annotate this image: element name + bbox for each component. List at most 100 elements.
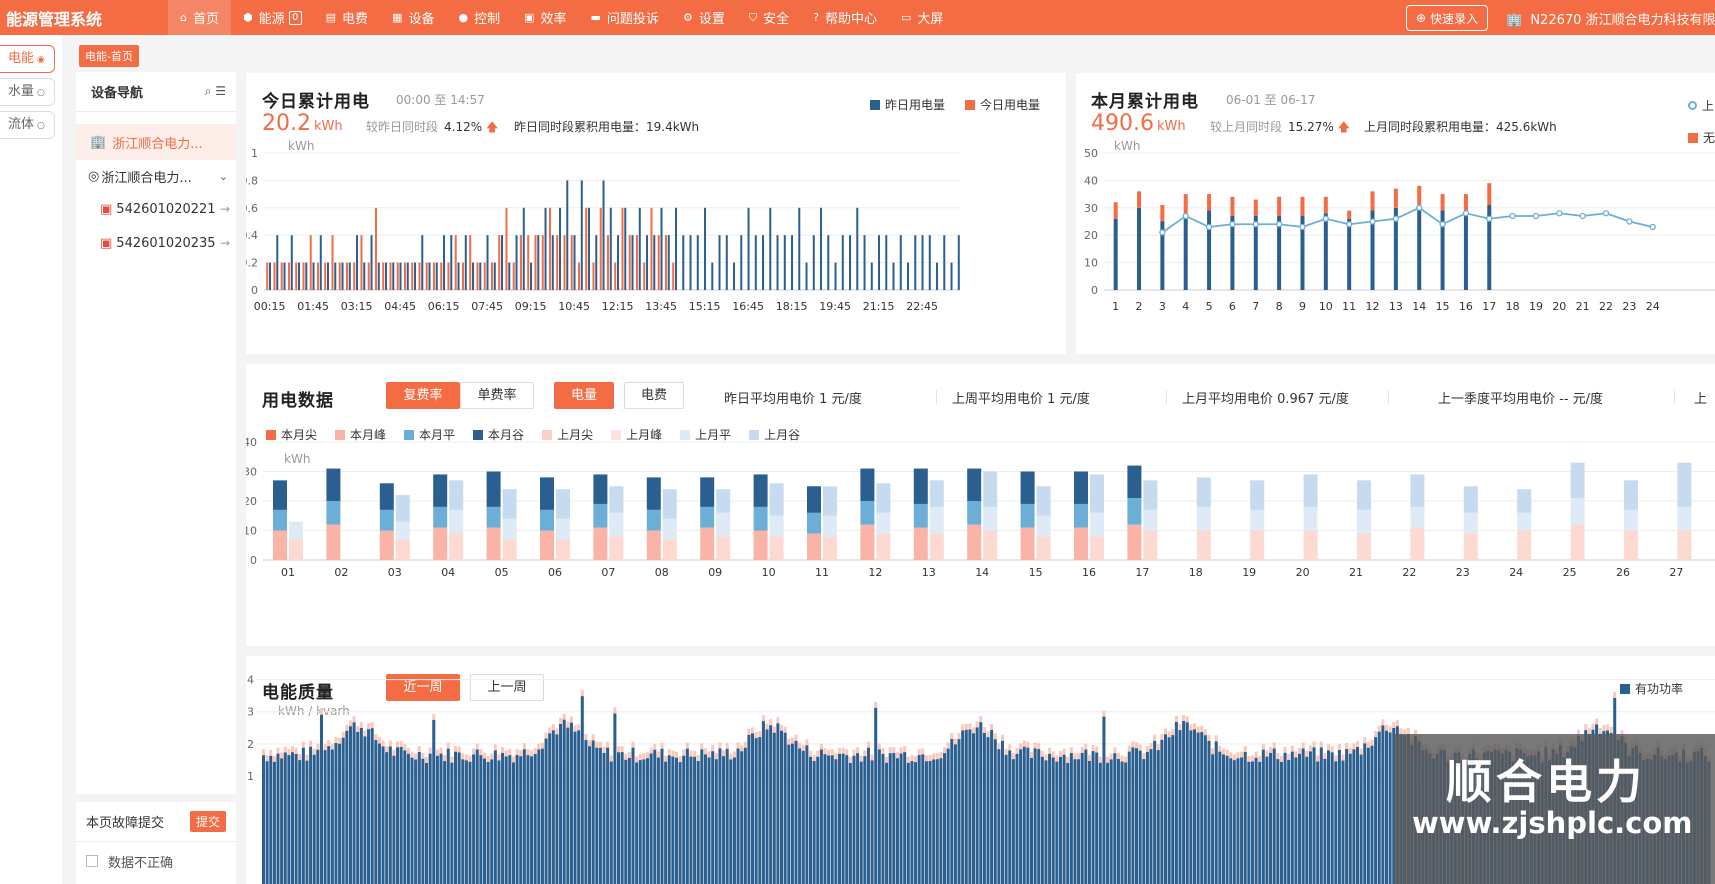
bar-previous-month	[395, 495, 410, 522]
bar-reactive	[1254, 751, 1258, 758]
bar-reactive	[1196, 726, 1200, 733]
bar-reactive	[475, 743, 479, 750]
bar-reactive	[1019, 743, 1023, 750]
quick-entry-button[interactable]: ⊕ 快速录入	[1406, 5, 1489, 31]
bar-reactive	[624, 753, 628, 760]
bar-active	[1044, 760, 1048, 884]
bar-reactive	[1120, 755, 1124, 762]
bar-active	[1022, 746, 1026, 884]
bar-active	[1269, 752, 1273, 884]
x-tick-label: 15	[1436, 300, 1450, 313]
bar-active	[327, 746, 331, 884]
bar-reactive	[903, 746, 907, 753]
menu-icon[interactable]: ☰	[215, 84, 226, 98]
bar-reactive	[751, 727, 755, 734]
bar-active	[298, 760, 302, 884]
bar-active	[794, 740, 798, 884]
data-incorrect-checkbox[interactable]	[86, 855, 98, 867]
bar-previous-month	[769, 483, 784, 516]
bar-active	[1174, 721, 1178, 884]
bar-reactive	[1352, 743, 1356, 750]
x-tick-label: 15:15	[689, 300, 721, 313]
bar-reactive	[533, 747, 537, 754]
x-tick-label: 22:45	[906, 300, 938, 313]
nav-item-0[interactable]: ⌂ 首页	[168, 0, 231, 35]
tree-leaf-meter[interactable]: ▣ 542601020221 →	[76, 192, 236, 226]
bar-active	[359, 727, 363, 884]
bar-yesterday	[348, 262, 351, 290]
bar-active	[1323, 758, 1327, 884]
bar-active	[352, 722, 356, 884]
bar-yesterday	[624, 207, 627, 290]
bar-active	[609, 761, 613, 884]
bar-active	[1374, 737, 1378, 884]
nav-item-10[interactable]: ▭ 大屏	[889, 0, 955, 35]
bar-active	[624, 759, 628, 884]
bar-reactive	[729, 753, 733, 760]
bar-active	[1236, 758, 1240, 884]
bar-today	[280, 262, 283, 290]
nav-item-7[interactable]: ⚙ 设置	[671, 0, 737, 35]
bar-active	[1355, 746, 1360, 884]
bar-active	[892, 752, 896, 884]
bar-top	[1207, 194, 1212, 211]
bar-yesterday	[769, 207, 772, 290]
bar-active	[870, 760, 874, 884]
nav-item-8[interactable]: ⛉ 安全	[737, 0, 801, 35]
bar-reactive	[1109, 753, 1113, 760]
bar-reactive	[1138, 744, 1142, 751]
bar-current-month	[273, 530, 287, 560]
bar-active	[664, 761, 668, 884]
submit-button[interactable]: 提交	[189, 811, 226, 832]
rail-item-water[interactable]: 水量 ○	[0, 78, 55, 106]
bar-reactive	[1225, 749, 1229, 756]
x-tick-label: 14	[975, 566, 989, 579]
bar-previous-month	[876, 483, 891, 513]
bar-active	[1312, 747, 1316, 884]
chevron-down-icon[interactable]: ⌄	[219, 170, 228, 183]
bar-previous-month	[1357, 480, 1371, 510]
company-info[interactable]: 🏢 N22670 浙江顺合电力科技有限公司	[1506, 9, 1715, 28]
search-icon[interactable]: ⌕	[205, 84, 212, 98]
nav-item-4[interactable]: ● 控制	[446, 0, 512, 35]
bar-reactive	[1164, 728, 1168, 735]
watermark-text: 顺合电力	[1446, 755, 1646, 809]
bar-reactive	[671, 750, 675, 757]
tree-leaf-meter[interactable]: ▣ 542601020235 →	[76, 226, 236, 260]
nav-item-6[interactable]: ▬ 问题投诉	[579, 0, 671, 35]
x-tick-label: 8	[1276, 300, 1283, 313]
nav-item-2[interactable]: ▤ 电费	[314, 0, 380, 35]
bar-active	[1069, 753, 1073, 884]
nav-item-5[interactable]: ▣ 效率	[512, 0, 578, 35]
nav-label: 控制	[474, 12, 501, 27]
x-tick-label: 01:45	[297, 300, 329, 313]
bar-current-month	[433, 474, 448, 507]
rail-item-fluid[interactable]: 流体 ○	[0, 111, 55, 139]
nav-item-9[interactable]: ? 帮助中心	[801, 0, 889, 35]
rail-item-electricity[interactable]: 电能 ◉	[0, 45, 55, 73]
bar-reactive	[1283, 746, 1287, 753]
bar-active	[972, 733, 976, 884]
bar-current-month	[860, 501, 875, 525]
bar-active	[1265, 756, 1269, 884]
bar-reactive	[718, 742, 722, 749]
bar-reactive	[754, 732, 758, 739]
tree-root-company[interactable]: 🏢 浙江顺合电力...	[76, 124, 236, 160]
bar-reactive	[711, 745, 715, 752]
bar-previous-month	[662, 489, 677, 519]
bar-today	[570, 235, 573, 290]
bar-active	[642, 759, 646, 884]
bar-yesterday	[740, 235, 743, 290]
nav-item-1[interactable]: ⬢ 能源 0	[231, 0, 314, 35]
bar-previous-month	[983, 506, 998, 531]
bar-yesterday	[443, 235, 446, 290]
bar-reactive	[1022, 740, 1026, 747]
bar-today	[447, 262, 450, 290]
bar-reactive	[1388, 726, 1392, 733]
bar-reactive	[1261, 743, 1265, 750]
nav-item-3[interactable]: ▦ 设备	[380, 0, 446, 35]
bar-active	[1160, 739, 1164, 884]
tree-node-site[interactable]: ◎ 浙江顺合电力... ⌄	[76, 160, 236, 192]
x-tick-label: 19	[1242, 566, 1256, 579]
breadcrumb[interactable]: 电能-首页	[79, 45, 139, 67]
